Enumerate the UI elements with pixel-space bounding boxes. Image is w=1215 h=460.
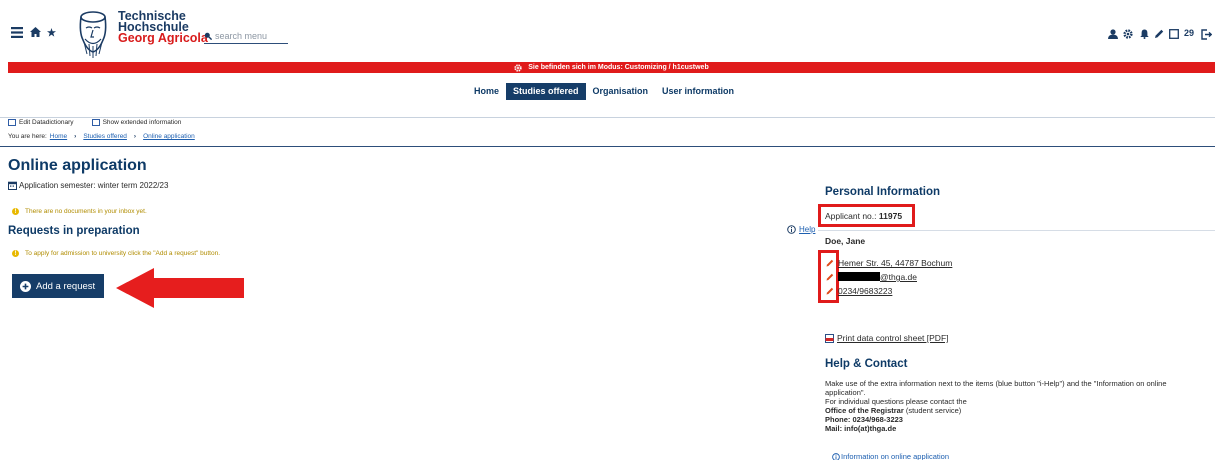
breadcrumb: You are here: Home › Studies offered › O…: [8, 133, 195, 140]
counter-badge[interactable]: 29: [1184, 28, 1194, 38]
window-icon[interactable]: [1168, 26, 1180, 42]
logout-icon[interactable]: [1200, 26, 1212, 42]
breadcrumb-divider: [0, 146, 1215, 147]
office-line: Office of the Registrar (student service…: [825, 406, 1215, 415]
help-line-1: Make use of the extra information next t…: [825, 379, 1167, 388]
search-placeholder: search menu: [215, 30, 268, 41]
mode-gear-icon: [514, 63, 522, 72]
print-sheet-link[interactable]: Print data control sheet [PDF]: [837, 333, 949, 343]
print-sheet-row[interactable]: Print data control sheet [PDF]: [825, 333, 949, 343]
options-divider: [0, 117, 1215, 118]
add-request-label: Add a request: [36, 280, 96, 292]
requests-note: ! To apply for admission to university c…: [12, 250, 220, 257]
star-icon[interactable]: [45, 24, 57, 40]
extended-info-checkbox[interactable]: [91, 119, 100, 126]
home-icon[interactable]: [28, 24, 42, 40]
applicant-row: Applicant no.: 11975: [825, 211, 902, 221]
warning-icon: !: [12, 208, 19, 215]
university-name[interactable]: Technische Hochschule Georg Agricola: [118, 10, 208, 45]
options-row: Edit Datadictionary Show extended inform…: [8, 119, 181, 126]
inbox-note: ! There are no documents in your inbox y…: [12, 208, 147, 215]
warning-icon: !: [12, 250, 19, 257]
chevron-right-icon: ›: [74, 133, 77, 140]
edit-datadictionary-checkbox[interactable]: [8, 119, 16, 126]
help-line-3: For individual questions please contact …: [825, 397, 967, 406]
help-button[interactable]: Help: [787, 225, 815, 234]
applicant-divider: [818, 230, 1215, 231]
requests-heading: Requests in preparation: [8, 225, 140, 237]
user-icon[interactable]: [1107, 26, 1119, 42]
chevron-right-icon: ›: [133, 133, 137, 140]
calendar-icon: [8, 181, 17, 190]
application-semester: Application semester: winter term 2022/2…: [19, 181, 169, 190]
brand-line-3: Georg Agricola: [118, 31, 208, 45]
add-request-button[interactable]: Add a request: [12, 274, 104, 298]
breadcrumb-online-application[interactable]: Online application: [143, 133, 195, 140]
nav-studies-offered[interactable]: Studies offered: [506, 83, 586, 100]
info-icon: [787, 225, 796, 234]
help-label: Help: [799, 225, 816, 234]
semester-row: Application semester: winter term 2022/2…: [8, 181, 168, 190]
help-line-2: application".: [825, 388, 866, 397]
page-title: Online application: [8, 157, 147, 174]
customizing-mode-bar: Sie befinden sich im Modus: Customizing …: [8, 62, 1215, 73]
edit-datadictionary-label[interactable]: Edit Datadictionary: [19, 119, 74, 126]
pencil-icon[interactable]: [826, 287, 834, 295]
annotation-arrow: [114, 266, 246, 310]
requests-note-text: To apply for admission to university cli…: [25, 250, 221, 257]
extended-info-label[interactable]: Show extended information: [103, 119, 182, 126]
search-icon: [204, 32, 212, 40]
main-navigation: Home Studies offered Organisation User i…: [467, 83, 741, 100]
personal-info-heading: Personal Information: [825, 186, 941, 198]
breadcrumb-prefix: You are here:: [8, 133, 47, 140]
email-link[interactable]: @thga.de: [880, 272, 917, 282]
applicant-name: Doe, Jane: [825, 236, 866, 246]
breadcrumb-studies[interactable]: Studies offered: [83, 133, 127, 140]
applicant-label: Applicant no.:: [825, 211, 877, 221]
info-icon: [832, 452, 840, 460]
menu-icon[interactable]: [10, 24, 24, 40]
address-link[interactable]: Hemer Str. 45, 44787 Bochum: [838, 258, 952, 268]
plus-circle-icon: [20, 280, 31, 292]
office-rest: (student service): [903, 406, 962, 415]
inbox-note-text: There are no documents in your inbox yet…: [25, 208, 147, 215]
search-menu-input[interactable]: search menu: [204, 28, 288, 44]
nav-user-information[interactable]: User information: [655, 83, 741, 100]
pdf-icon: [825, 333, 834, 343]
nav-organisation[interactable]: Organisation: [586, 83, 656, 100]
pencil-icon[interactable]: [826, 259, 834, 267]
help-contact-text: Make use of the extra information next t…: [825, 379, 1215, 433]
university-logo[interactable]: [71, 8, 115, 60]
redacted-email-block: [838, 272, 880, 281]
help-contact-heading: Help & Contact: [825, 358, 908, 370]
breadcrumb-home[interactable]: Home: [50, 133, 67, 140]
applicant-number: 11975: [878, 211, 903, 221]
office-name: Office of the Registrar: [825, 406, 904, 415]
info-online-application-row[interactable]: Information on online application: [832, 452, 949, 460]
contact-mail: Mail: info(at)thga.de: [825, 424, 897, 433]
nav-home[interactable]: Home: [467, 83, 506, 100]
mode-text: Sie befinden sich im Modus: Customizing …: [528, 64, 709, 71]
gear-icon[interactable]: [1122, 26, 1134, 42]
contact-phone: Phone: 0234/968-3223: [825, 415, 903, 424]
phone-link[interactable]: 0234/9683223: [838, 286, 892, 296]
bell-icon[interactable]: [1138, 26, 1150, 42]
pencil-icon[interactable]: [826, 273, 834, 281]
info-online-application-link[interactable]: Information on online application: [841, 452, 949, 460]
pencil-icon[interactable]: [1153, 26, 1165, 42]
